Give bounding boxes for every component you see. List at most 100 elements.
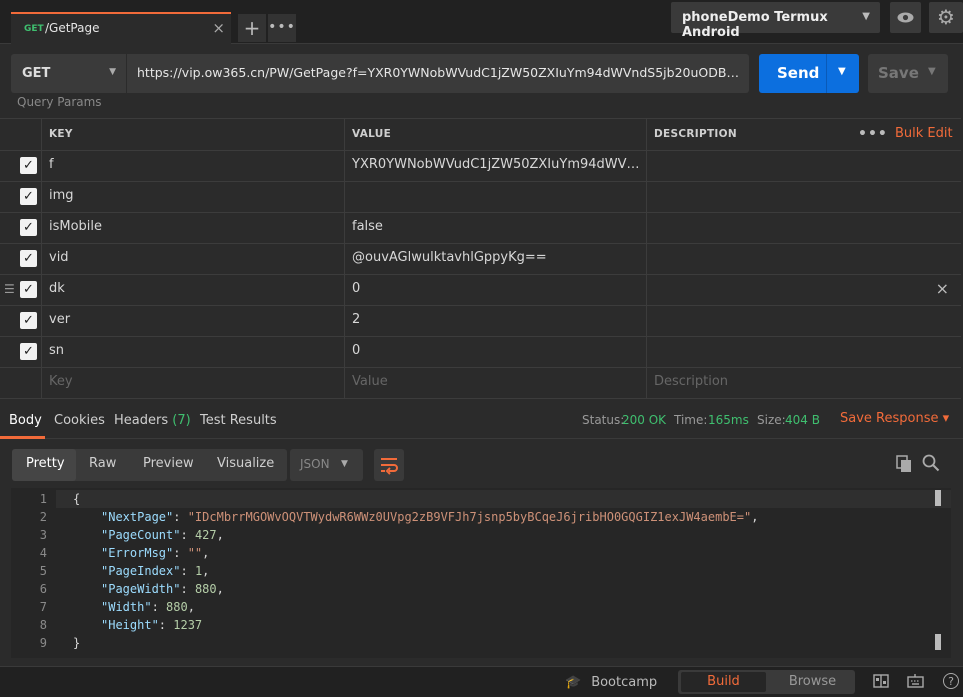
column-options-icon[interactable]: ••• <box>858 119 888 149</box>
code-text: "Height": 1237 <box>101 616 202 634</box>
new-param-check-cell <box>0 367 42 398</box>
tab-options-button[interactable]: ••• <box>268 14 296 42</box>
graduation-cap-icon: 🎓 <box>565 675 582 690</box>
param-value[interactable]: 0 <box>345 336 647 367</box>
send-options-chevron-icon[interactable]: ▼ <box>838 66 846 77</box>
new-key-input[interactable]: Key <box>42 367 345 398</box>
checkbox[interactable]: ✓ <box>20 312 37 329</box>
checkbox[interactable]: ✓ <box>20 219 37 236</box>
time-label: Time: <box>674 413 708 427</box>
response-body-editor[interactable]: 1{2 "NextPage": "IDcMbrrMGOWvOQVTWydwR6WW… <box>11 488 951 658</box>
help-icon[interactable]: ? <box>943 673 959 689</box>
json-value: 1237 <box>173 618 203 632</box>
param-value[interactable]: false <box>345 212 647 243</box>
param-description[interactable] <box>647 243 961 274</box>
environment-selector[interactable]: phoneDemo Termux Android ▼ <box>671 2 880 40</box>
param-description[interactable] <box>647 305 961 336</box>
browse-mode-button[interactable]: Browse <box>770 672 855 692</box>
checkbox[interactable]: ✓ <box>20 188 37 205</box>
close-tab-icon[interactable]: × <box>212 19 225 37</box>
param-key[interactable]: isMobile <box>42 212 345 243</box>
format-pretty[interactable]: Pretty <box>26 456 65 471</box>
checkbox[interactable]: ✓ <box>20 343 37 360</box>
param-value[interactable] <box>345 181 647 212</box>
tab-cookies[interactable]: Cookies <box>54 413 105 428</box>
bootcamp-link[interactable]: 🎓 Bootcamp <box>565 675 657 690</box>
tab-test-results[interactable]: Test Results <box>200 413 277 428</box>
param-value[interactable]: YXR0YWNobWVudC1jZW50ZXIuYm94dWVndS5jb... <box>345 150 647 181</box>
code-line: 9} <box>11 634 941 652</box>
checkbox[interactable]: ✓ <box>20 250 37 267</box>
save-response-button[interactable]: Save Response ▾ <box>840 411 949 426</box>
save-button[interactable]: Save ▼ <box>868 54 948 93</box>
code-line: 8 "Height": 1237 <box>11 616 941 634</box>
build-mode-button[interactable]: Build <box>681 672 766 692</box>
param-description[interactable] <box>647 212 961 243</box>
request-tab[interactable]: GET /GetPage × <box>11 12 231 44</box>
drag-handle-icon[interactable]: ☰ <box>4 283 15 295</box>
param-value[interactable]: @ouvAGlwulktavhlGppyKg== <box>345 243 647 274</box>
param-value[interactable]: 2 <box>345 305 647 336</box>
new-tab-button[interactable]: + <box>238 14 266 42</box>
method-selector[interactable]: GET ▼ <box>11 54 126 93</box>
new-value-input[interactable]: Value <box>345 367 647 398</box>
json-key: "PageWidth" <box>101 582 181 596</box>
new-description-input[interactable]: Description <box>647 367 961 398</box>
delete-row-icon[interactable]: × <box>936 274 949 304</box>
send-label: Send <box>777 64 820 82</box>
code-text: "PageIndex": 1, <box>101 562 209 580</box>
tab-headers-label: Headers <box>114 413 169 428</box>
code-line: 3 "PageCount": 427, <box>11 526 941 544</box>
copy-icon[interactable] <box>896 455 912 473</box>
param-key[interactable]: dk <box>42 274 345 305</box>
format-preview[interactable]: Preview <box>143 456 194 471</box>
param-check-cell: ✓ <box>0 336 42 367</box>
checkbox[interactable]: ✓ <box>20 281 37 298</box>
json-colon: : <box>158 618 174 632</box>
param-key[interactable]: vid <box>42 243 345 274</box>
json-key: "Width" <box>101 600 152 614</box>
code-text: "PageWidth": 880, <box>101 580 224 598</box>
search-icon[interactable] <box>922 454 940 472</box>
line-number: 8 <box>39 618 47 632</box>
format-visualize[interactable]: Visualize <box>217 456 274 471</box>
search-glyph <box>922 454 940 472</box>
param-description-cell[interactable]: × <box>647 274 961 305</box>
tab-headers[interactable]: Headers (7) <box>114 413 191 428</box>
tab-body[interactable]: Body <box>9 413 42 428</box>
gear-icon[interactable]: ⚙ <box>929 2 963 33</box>
param-description[interactable] <box>647 150 961 181</box>
save-options-chevron-icon[interactable]: ▼ <box>928 66 936 77</box>
param-description[interactable] <box>647 336 961 367</box>
param-key[interactable]: img <box>42 181 345 212</box>
wrap-lines-button[interactable] <box>374 449 404 481</box>
keyboard-icon[interactable] <box>907 674 924 692</box>
code-line: 5 "PageIndex": 1, <box>11 562 941 580</box>
url-input[interactable]: https://vip.ow365.cn/PW/GetPage?f=YXR0YW… <box>127 54 749 93</box>
code-line: 6 "PageWidth": 880, <box>11 580 941 598</box>
bulk-edit-link[interactable]: Bulk Edit <box>895 119 953 149</box>
copy-glyph <box>896 455 911 472</box>
param-key[interactable]: sn <box>42 336 345 367</box>
param-description[interactable] <box>647 181 961 212</box>
two-pane-icon[interactable] <box>873 674 889 692</box>
json-value: 880 <box>194 582 217 596</box>
format-raw[interactable]: Raw <box>89 456 116 471</box>
eye-icon <box>897 12 914 23</box>
status-label: Status: <box>582 413 625 427</box>
environment-quick-look-button[interactable] <box>890 2 921 33</box>
environment-name: phoneDemo Termux Android <box>682 10 828 40</box>
wrap-icon <box>381 458 398 475</box>
header-check-cell <box>0 119 42 150</box>
param-value[interactable]: 0 <box>345 274 647 305</box>
send-button[interactable]: Send ▼ <box>759 54 859 93</box>
checkbox[interactable]: ✓ <box>20 157 37 174</box>
url-value: https://vip.ow365.cn/PW/GetPage?f=YXR0YW… <box>137 65 740 80</box>
param-key[interactable]: ver <box>42 305 345 336</box>
chevron-down-icon: ▼ <box>862 11 870 22</box>
param-key[interactable]: f <box>42 150 345 181</box>
mode-switch: Build Browse <box>678 670 855 694</box>
code-text: } <box>73 636 81 650</box>
language-selector[interactable]: JSON ▼ <box>290 449 363 481</box>
code-line: 4 "ErrorMsg": "", <box>11 544 941 562</box>
